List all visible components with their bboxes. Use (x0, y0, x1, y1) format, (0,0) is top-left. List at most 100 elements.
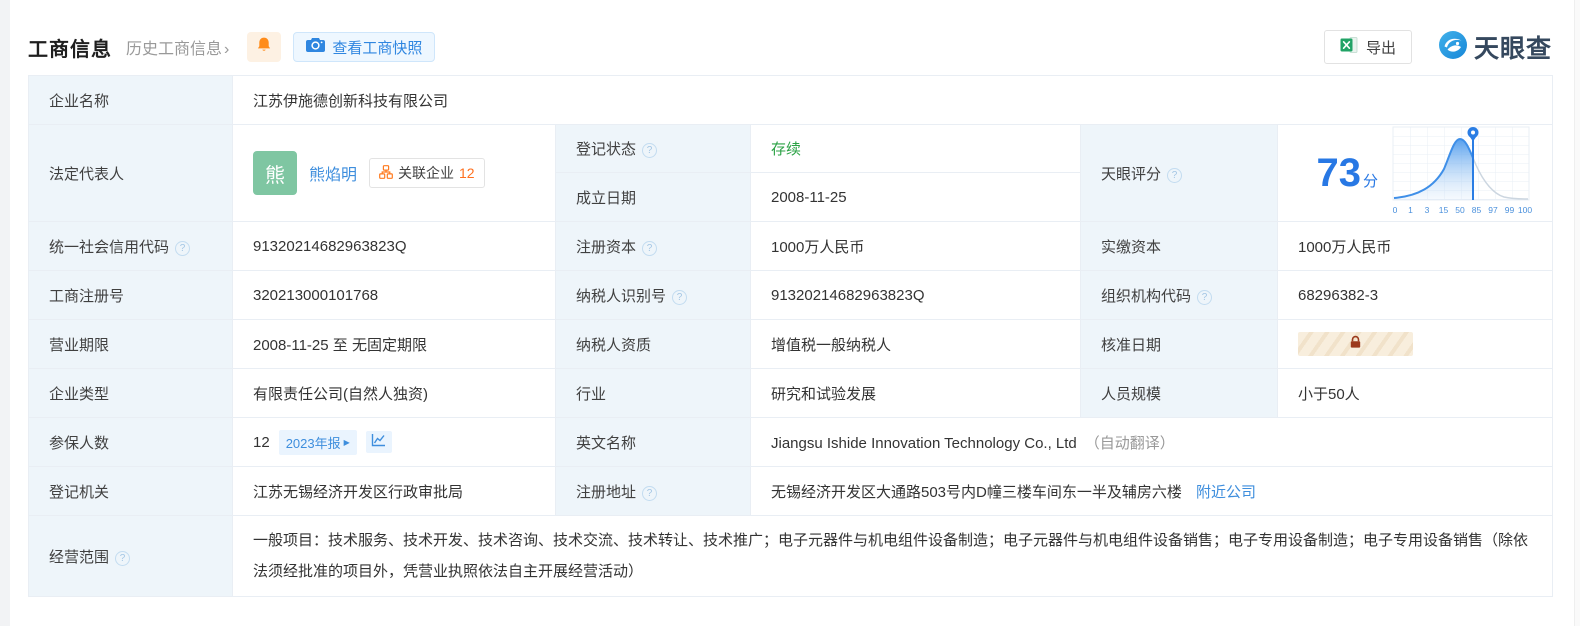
field-label-credit-code: 统一社会信用代码? (28, 221, 233, 271)
field-value-business-scope: 一般项目：技术服务、技术开发、技术咨询、技术交流、技术转让、技术推广；电子元器件… (232, 515, 1553, 597)
legal-rep-name-link[interactable]: 熊焰明 (309, 161, 357, 185)
status-badge: 存续 (771, 141, 802, 158)
excel-icon (1340, 36, 1358, 58)
history-info-link[interactable]: 历史工商信息 › (126, 35, 229, 59)
field-value-reg-capital: 1000万人民币 (750, 221, 1081, 271)
help-icon[interactable]: ? (642, 485, 658, 501)
field-value-org-code: 68296382-3 (1277, 270, 1553, 320)
row-company-type: 企业类型 有限责任公司(自然人独资) 行业 研究和试验发展 人员规模 小于50人 (28, 368, 1553, 418)
locked-value-placeholder[interactable] (1298, 332, 1413, 356)
field-label-staff-size: 人员规模 (1080, 368, 1278, 418)
score-unit: 分 (1362, 173, 1378, 190)
triangle-right-icon: ▶ (343, 437, 350, 447)
field-value-company-name: 江苏伊施德创新科技有限公司 (232, 75, 1553, 125)
tianyancha-logo[interactable]: 天眼查 (1438, 29, 1552, 65)
field-label-insured-count: 参保人数 (28, 417, 233, 467)
score-distribution-chart: 0 1 3 15 50 85 97 99 100 (1390, 125, 1532, 221)
field-value-reg-status: 存续 (750, 124, 1081, 173)
field-value-reg-address: 无锡经济开发区大通路503号内D幢三楼车间东一半及辅房六楼 附近公司 (750, 466, 1553, 516)
svg-text:15: 15 (1439, 205, 1449, 215)
field-label-english-name: 英文名称 (555, 417, 751, 467)
subscribe-alert-button[interactable] (247, 32, 282, 62)
field-label-reg-authority: 登记机关 (28, 466, 233, 516)
field-label-reg-capital: 注册资本? (555, 221, 751, 271)
legal-rep-avatar[interactable]: 熊 (253, 151, 297, 195)
field-value-reg-number: 320213000101768 (232, 270, 556, 320)
help-icon[interactable]: ? (175, 240, 191, 256)
row-business-term: 营业期限 2008-11-25 至 无固定期限 纳税人资质 增值税一般纳税人 核… (28, 319, 1553, 369)
field-value-company-type: 有限责任公司(自然人独资) (232, 368, 556, 418)
field-value-approval-date (1277, 319, 1553, 369)
section-header: 工商信息 历史工商信息 › 查看工商快照 导出 天眼查 (28, 27, 1552, 67)
insured-trend-chart-button[interactable] (365, 431, 392, 453)
field-value-taxpayer-id: 91320214682963823Q (750, 270, 1081, 320)
tianyancha-eye-icon (1438, 30, 1468, 65)
field-label-industry: 行业 (555, 368, 751, 418)
field-label-approval-date: 核准日期 (1080, 319, 1278, 369)
field-label-tianyan-score: 天眼评分? (1080, 124, 1278, 222)
help-icon[interactable]: ? (642, 143, 658, 158)
snapshot-button-label: 查看工商快照 (332, 39, 423, 57)
row-reg-number: 工商注册号 320213000101768 纳税人识别号? 9132021468… (28, 270, 1553, 320)
line-chart-icon (371, 433, 386, 451)
help-icon[interactable]: ? (642, 240, 658, 256)
field-value-insured-count: 12 2023年报 ▶ (232, 417, 556, 467)
help-icon[interactable]: ? (115, 550, 131, 566)
nearby-companies-link[interactable]: 附近公司 (1196, 484, 1256, 501)
insured-count-number: 12 (253, 433, 270, 451)
row-credit-code: 统一社会信用代码? 91320214682963823Q 注册资本? 1000万… (28, 221, 1553, 271)
row-legal-rep: 法定代表人 熊 熊焰明 关联企业 12 登记状态 ? 存续 天眼评分 ? 73 … (28, 124, 1553, 222)
svg-text:100: 100 (1518, 205, 1532, 215)
svg-text:1: 1 (1408, 205, 1413, 215)
view-business-snapshot-button[interactable]: 查看工商快照 (293, 32, 436, 62)
svg-text:0: 0 (1393, 205, 1398, 215)
page-scrollbar-gutter[interactable] (1574, 0, 1580, 626)
field-value-legal-rep: 熊 熊焰明 关联企业 12 (232, 124, 556, 222)
field-label-establish-date: 成立日期 (555, 172, 751, 222)
help-icon[interactable]: ? (672, 289, 688, 305)
field-label-org-code: 组织机构代码? (1080, 270, 1278, 320)
export-button-label: 导出 (1365, 39, 1396, 57)
row-reg-authority: 登记机关 江苏无锡经济开发区行政审批局 注册地址? 无锡经济开发区大通路503号… (28, 466, 1553, 516)
field-label-legal-rep: 法定代表人 (28, 124, 233, 222)
tianyan-score-widget[interactable]: 73 分 0 1 3 15 50 85 97 99 100 (1298, 125, 1532, 221)
field-label-taxpayer-quality: 纳税人资质 (555, 319, 751, 369)
svg-text:50: 50 (1455, 205, 1465, 215)
export-button[interactable]: 导出 (1323, 30, 1412, 64)
field-label-reg-status: 登记状态? (555, 124, 751, 173)
field-label-business-scope: 经营范围? (28, 515, 233, 597)
lock-icon (1348, 335, 1363, 353)
bell-icon (256, 36, 272, 59)
field-value-tianyan-score: 73 分 0 1 3 15 50 85 97 99 100 (1277, 124, 1553, 222)
svg-text:97: 97 (1488, 205, 1498, 215)
related-companies-badge[interactable]: 关联企业 12 (369, 158, 485, 188)
row-company-name: 企业名称 江苏伊施德创新科技有限公司 (28, 75, 1553, 125)
related-companies-count: 12 (459, 165, 475, 181)
field-label-business-term: 营业期限 (28, 319, 233, 369)
row-business-scope: 经营范围? 一般项目：技术服务、技术开发、技术咨询、技术交流、技术转让、技术推广… (28, 515, 1553, 597)
svg-text:99: 99 (1505, 205, 1515, 215)
business-info-table: 企业名称 江苏伊施德创新科技有限公司 法定代表人 熊 熊焰明 关联企业 12 登… (28, 75, 1553, 597)
field-value-taxpayer-quality: 增值税一般纳税人 (750, 319, 1081, 369)
field-label-company-name: 企业名称 (28, 75, 233, 125)
field-value-reg-authority: 江苏无锡经济开发区行政审批局 (232, 466, 556, 516)
chevron-right-icon: › (224, 41, 230, 58)
help-icon[interactable]: ? (1167, 167, 1183, 183)
field-value-industry: 研究和试验发展 (750, 368, 1081, 418)
page-left-gutter (0, 0, 10, 626)
annual-report-badge[interactable]: 2023年报 ▶ (278, 429, 357, 455)
auto-translate-note: （自动翻译） (1084, 434, 1175, 452)
help-icon[interactable]: ? (1197, 289, 1213, 305)
field-value-english-name: Jiangsu Ishide Innovation Technology Co.… (750, 417, 1553, 467)
field-value-establish-date: 2008-11-25 (750, 172, 1081, 222)
svg-text:85: 85 (1472, 205, 1482, 215)
svg-text:3: 3 (1425, 205, 1430, 215)
field-value-staff-size: 小于50人 (1277, 368, 1553, 418)
field-label-taxpayer-id: 纳税人识别号? (555, 270, 751, 320)
page-title: 工商信息 (28, 38, 112, 61)
business-info-section: 工商信息 历史工商信息 › 查看工商快照 导出 天眼查 企业名称 江苏伊施德创新… (28, 0, 1553, 597)
field-label-reg-address: 注册地址? (555, 466, 751, 516)
score-number: 73 (1316, 151, 1361, 195)
field-value-credit-code: 91320214682963823Q (232, 221, 556, 271)
brand-name: 天眼查 (1473, 35, 1552, 63)
